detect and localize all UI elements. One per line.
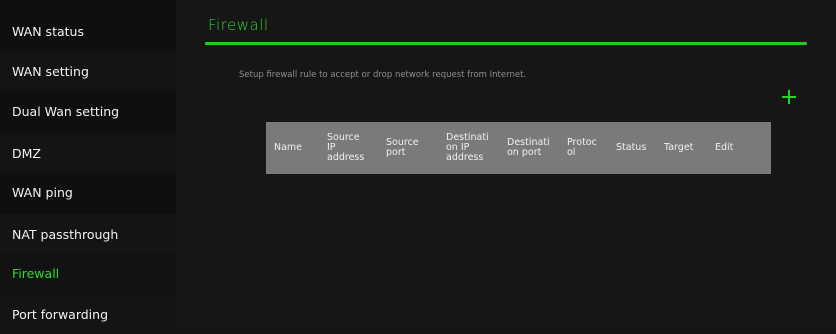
column-header-label: Destinati on IP address <box>446 132 489 163</box>
firewall-table-header: Name Source IP address Source port Desti… <box>266 122 771 174</box>
sidebar-item-dmz[interactable]: DMZ <box>0 133 176 173</box>
column-header-name: Name <box>274 122 302 174</box>
sidebar-item-label: WAN status <box>12 23 84 39</box>
column-header-label: Target <box>664 142 694 153</box>
sidebar-item-label: WAN ping <box>12 184 73 200</box>
sidebar-item-label: Dual Wan setting <box>12 103 120 119</box>
title-divider <box>205 42 807 45</box>
column-header-label: Protoc ol <box>567 137 597 158</box>
column-header-status: Status <box>616 122 646 174</box>
sidebar-item-wan-ping[interactable]: WAN ping <box>0 172 176 212</box>
router-admin-app: WAN status WAN setting Dual Wan setting … <box>0 0 836 334</box>
column-header-label: Edit <box>715 142 734 153</box>
sidebar-item-label: NAT passthrough <box>12 226 119 242</box>
sidebar: WAN status WAN setting Dual Wan setting … <box>0 0 176 334</box>
sidebar-item-label: Port forwarding <box>12 306 109 322</box>
sidebar-item-label: DMZ <box>12 145 41 161</box>
column-header-target: Target <box>664 122 693 174</box>
column-header-source-port: Source port <box>386 122 419 174</box>
column-header-label: Destinati on port <box>507 137 550 158</box>
page-description: Setup firewall rule to accept or drop ne… <box>239 70 527 80</box>
sidebar-item-firewall[interactable]: Firewall <box>0 253 176 293</box>
sidebar-item-wan-status[interactable]: WAN status <box>0 11 176 51</box>
page-title: Firewall <box>208 16 269 34</box>
column-header-label: Source IP address <box>327 132 365 163</box>
column-header-label: Status <box>616 142 647 153</box>
plus-icon[interactable] <box>782 90 796 104</box>
sidebar-item-label: Firewall <box>12 265 60 281</box>
column-header-label: Source port <box>386 137 419 158</box>
column-header-protocol: Protoc ol <box>567 122 597 174</box>
sidebar-item-dual-wan-setting[interactable]: Dual Wan setting <box>0 91 176 131</box>
sidebar-item-port-forwarding[interactable]: Port forwarding <box>0 294 176 334</box>
column-header-destination-port: Destinati on port <box>507 122 550 174</box>
sidebar-item-nat-passthrough[interactable]: NAT passthrough <box>0 214 176 254</box>
column-header-edit: Edit <box>715 122 733 174</box>
column-header-destination-ip: Destinati on IP address <box>446 122 489 174</box>
sidebar-item-label: WAN setting <box>12 63 89 79</box>
column-header-source-ip: Source IP address <box>327 122 364 174</box>
main-content: Firewall Setup firewall rule to accept o… <box>176 0 836 327</box>
column-header-label: Name <box>274 142 303 153</box>
sidebar-item-wan-setting[interactable]: WAN setting <box>0 51 176 91</box>
